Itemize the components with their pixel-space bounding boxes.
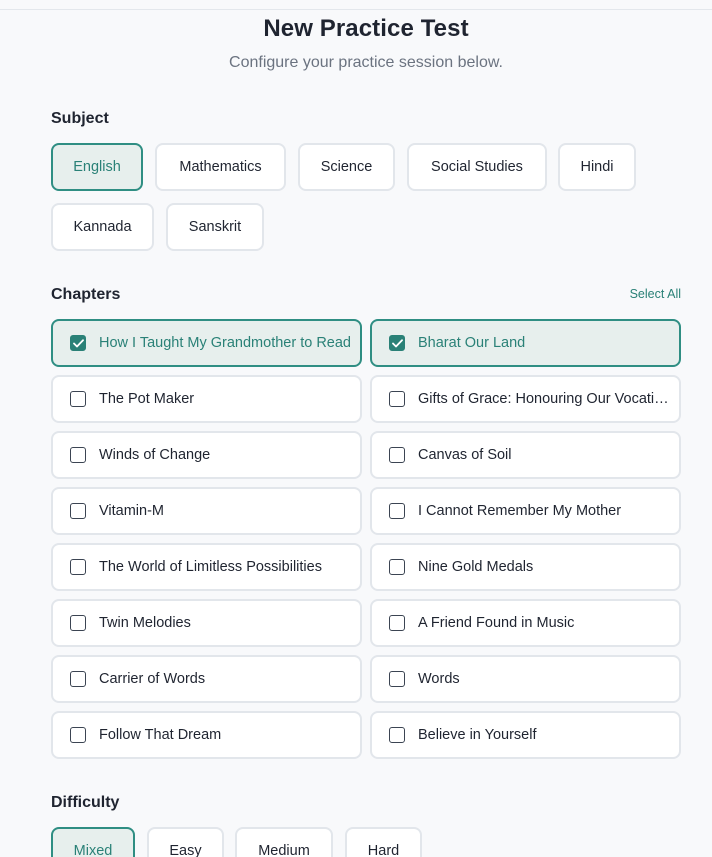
subject-chip-social-studies[interactable]: Social Studies	[407, 143, 547, 191]
checkbox-checked-icon[interactable]	[389, 335, 405, 351]
chapter-label: Canvas of Soil	[418, 447, 512, 463]
difficulty-chip-easy[interactable]: Easy	[147, 827, 224, 857]
chapter-option[interactable]: How I Taught My Grandmother to Read	[51, 319, 362, 367]
checkbox-unchecked-icon[interactable]	[70, 559, 86, 575]
checkbox-unchecked-icon[interactable]	[389, 503, 405, 519]
checkbox-unchecked-icon[interactable]	[70, 391, 86, 407]
checkbox-unchecked-icon[interactable]	[70, 503, 86, 519]
checkbox-unchecked-icon[interactable]	[389, 447, 405, 463]
top-divider	[0, 9, 712, 10]
checkbox-unchecked-icon[interactable]	[70, 447, 86, 463]
checkbox-unchecked-icon[interactable]	[389, 615, 405, 631]
checkbox-unchecked-icon[interactable]	[389, 391, 405, 407]
chapter-label: Follow That Dream	[99, 727, 222, 743]
chapter-label: I Cannot Remember My Mother	[418, 503, 622, 519]
chapter-label: Winds of Change	[99, 447, 211, 463]
checkbox-unchecked-icon[interactable]	[70, 727, 86, 743]
chapter-option[interactable]: Vitamin-M	[51, 487, 362, 535]
chapter-label: The World of Limitless Possibilities	[99, 559, 322, 575]
chapter-label: A Friend Found in Music	[418, 615, 575, 631]
chapter-option[interactable]: A Friend Found in Music	[370, 599, 681, 647]
chapter-option[interactable]: I Cannot Remember My Mother	[370, 487, 681, 535]
practice-test-page: New Practice Test Configure your practic…	[0, 0, 712, 857]
chapter-label: Nine Gold Medals	[418, 559, 534, 575]
chapter-option[interactable]: Nine Gold Medals	[370, 543, 681, 591]
chapter-option[interactable]: Bharat Our Land	[370, 319, 681, 367]
chapter-option[interactable]: Gifts of Grace: Honouring Our Vocations	[370, 375, 681, 423]
chapter-label: How I Taught My Grandmother to Read	[99, 335, 351, 351]
subject-chip-english[interactable]: English	[51, 143, 143, 191]
chapter-label: Vitamin-M	[99, 503, 164, 519]
difficulty-label: Difficulty	[51, 794, 120, 811]
checkbox-unchecked-icon[interactable]	[389, 671, 405, 687]
checkbox-unchecked-icon[interactable]	[70, 615, 86, 631]
chapter-label: The Pot Maker	[99, 391, 195, 407]
difficulty-chip-hard[interactable]: Hard	[345, 827, 422, 857]
chapters-label: Chapters	[51, 286, 121, 303]
page-title: New Practice Test	[263, 15, 469, 42]
chapter-label: Twin Melodies	[99, 615, 191, 631]
subject-chip-science[interactable]: Science	[298, 143, 395, 191]
chapter-option[interactable]: Follow That Dream	[51, 711, 362, 759]
select-all-link[interactable]: Select All	[630, 287, 681, 301]
subject-label: Subject	[51, 110, 109, 127]
page-subtitle: Configure your practice session below.	[229, 54, 503, 71]
chapter-option[interactable]: Canvas of Soil	[370, 431, 681, 479]
checkbox-unchecked-icon[interactable]	[389, 559, 405, 575]
chapter-label: Words	[418, 671, 460, 687]
subject-chip-kannada[interactable]: Kannada	[51, 203, 154, 251]
chapter-option[interactable]: Words	[370, 655, 681, 703]
checkbox-checked-icon[interactable]	[70, 335, 86, 351]
difficulty-chip-mixed[interactable]: Mixed	[51, 827, 135, 857]
chapter-option[interactable]: Winds of Change	[51, 431, 362, 479]
chapter-label: Bharat Our Land	[418, 335, 526, 351]
checkbox-unchecked-icon[interactable]	[389, 727, 405, 743]
subject-chip-hindi[interactable]: Hindi	[558, 143, 636, 191]
chapter-option[interactable]: Believe in Yourself	[370, 711, 681, 759]
checkbox-unchecked-icon[interactable]	[70, 671, 86, 687]
difficulty-chip-medium[interactable]: Medium	[235, 827, 333, 857]
chapter-option[interactable]: The Pot Maker	[51, 375, 362, 423]
chapter-option[interactable]: Twin Melodies	[51, 599, 362, 647]
chapter-option[interactable]: The World of Limitless Possibilities	[51, 543, 362, 591]
subject-chip-mathematics[interactable]: Mathematics	[155, 143, 286, 191]
chapter-label: Carrier of Words	[99, 671, 206, 687]
subject-chip-sanskrit[interactable]: Sanskrit	[166, 203, 264, 251]
chapter-label: Believe in Yourself	[418, 727, 537, 743]
chapter-option[interactable]: Carrier of Words	[51, 655, 362, 703]
chapter-label: Gifts of Grace: Honouring Our Vocations	[418, 391, 670, 407]
